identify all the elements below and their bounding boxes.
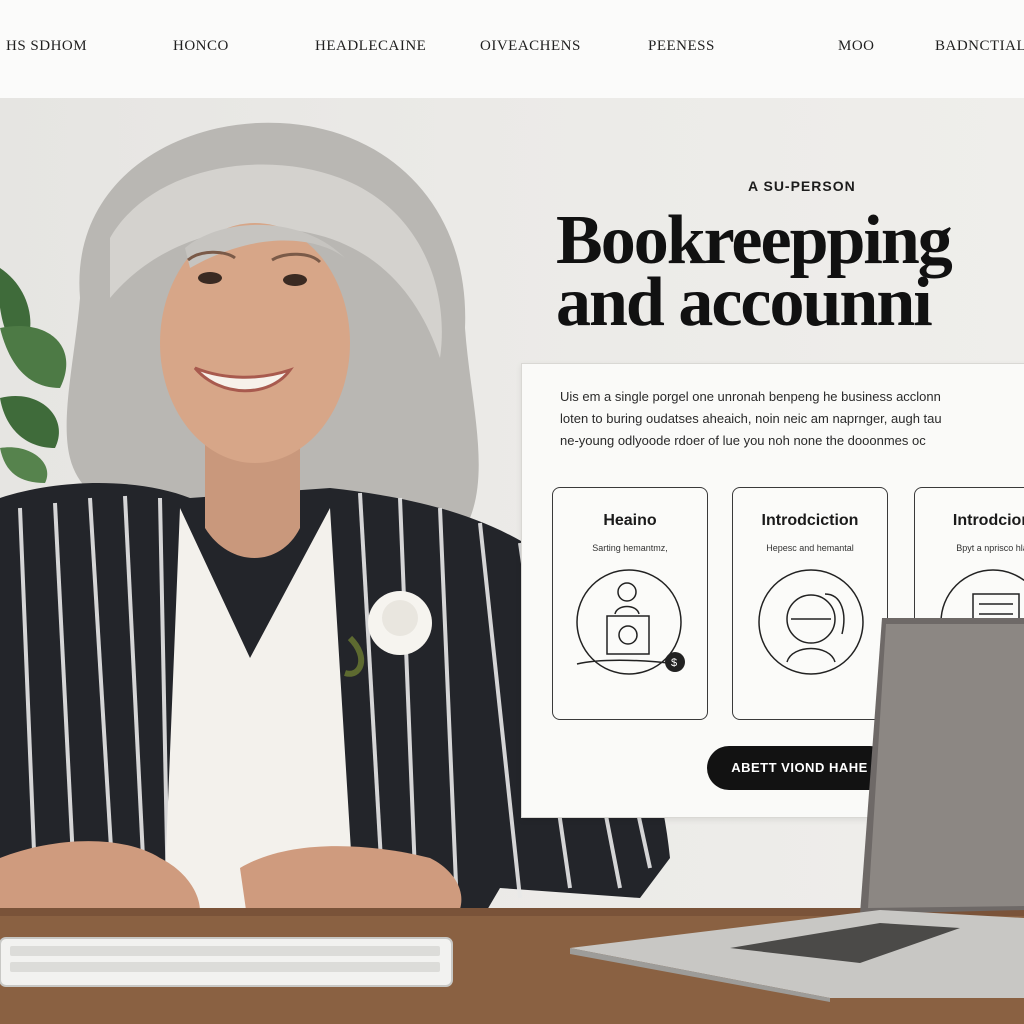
nav-link-oiveachens[interactable]: OIVEACHENS (480, 38, 581, 55)
hero-section: A SU-PERSON Bookreepping and accounni Ui… (0, 98, 1024, 1024)
nav-link-honco[interactable]: HONCO (173, 38, 229, 55)
card-subtitle: Sarting hemantmz, (592, 543, 668, 553)
laptop (570, 618, 1024, 1002)
panel-copy-line: Uis em a single porgel one unronah benpe… (560, 389, 941, 404)
nav-link-badnctial[interactable]: BADNCTIAL (935, 38, 1024, 55)
keyboard (0, 937, 453, 987)
top-navigation: HS SDHOM HONCO HEADLECAINE OIVEACHENS PE… (0, 0, 1024, 98)
hero-eyebrow: A SU-PERSON (748, 178, 856, 194)
nav-link-home[interactable]: HS SDHOM (6, 38, 87, 55)
nav-link-moo[interactable]: MOO (838, 38, 875, 55)
card-subtitle: Bpyt a nprisco hla (956, 543, 1024, 553)
plant-decoration (0, 268, 67, 483)
panel-copy-line: loten to buring oudatses aheaich, noin n… (560, 411, 942, 426)
nav-link-peeness[interactable]: PEENESS (648, 38, 715, 55)
card-title: Introdcion (952, 512, 1024, 529)
headline-line-1: Bookreepping (556, 210, 953, 279)
card-title: Heaino (603, 512, 657, 529)
card-title: Introdciction (761, 512, 859, 529)
panel-description: Uis em a single porgel one unronah benpe… (560, 386, 1024, 452)
hero-headline: Bookreepping and accounni (556, 210, 1024, 334)
headline-line-2: and accounni (556, 264, 933, 335)
panel-copy-line: ne-young odlyoode rdoer of lue you noh n… (560, 433, 926, 448)
card-subtitle: Hepesc and hemantal (766, 543, 854, 553)
nav-link-headlecaine[interactable]: HEADLECAINE (315, 38, 426, 55)
